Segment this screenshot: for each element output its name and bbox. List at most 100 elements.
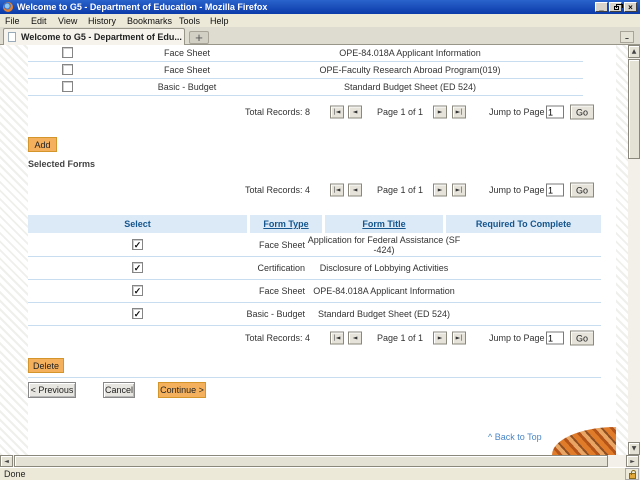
table-row: Basic - Budget Standard Budget Sheet (ED… <box>0 302 628 325</box>
tab-bar: Welcome to G5 - Department of Edu... + - <box>0 27 640 45</box>
jump-to-page-input[interactable] <box>546 106 564 119</box>
go-button[interactable]: Go <box>570 183 594 198</box>
menu-edit[interactable]: Edit <box>28 15 50 27</box>
form-type-cell: Basic - Budget <box>127 82 247 92</box>
form-title-cell: OPE-Faculty Research Abroad Program(019) <box>240 65 580 75</box>
menu-view[interactable]: View <box>55 15 80 27</box>
column-header-form-title[interactable]: Form Title <box>325 215 443 233</box>
form-type-cell: Certification <box>215 263 305 273</box>
cancel-button[interactable]: Cancel <box>103 382 135 398</box>
form-type-cell: Face Sheet <box>127 48 247 58</box>
pager-next-icon[interactable]: ► <box>433 332 447 345</box>
total-records-label: Total Records: 4 <box>180 333 310 343</box>
column-header-form-type[interactable]: Form Type <box>250 215 322 233</box>
delete-button[interactable]: Delete <box>28 358 64 373</box>
restore-icon <box>614 6 619 10</box>
table-row: Face Sheet Application for Federal Assis… <box>0 233 628 256</box>
horizontal-scrollbar[interactable]: ◄ ► <box>0 455 640 467</box>
restore-button[interactable] <box>609 2 622 12</box>
select-checkbox[interactable] <box>62 47 73 58</box>
sort-link-form-title[interactable]: Form Title <box>362 219 405 229</box>
page-indicator: Page 1 of 1 <box>368 107 432 117</box>
table-row: Face Sheet OPE-84.018A Applicant Informa… <box>0 279 628 302</box>
table-bottom-border <box>28 95 583 96</box>
menu-tools[interactable]: Tools <box>176 15 203 27</box>
jump-to-page-label: Jump to Page <box>489 185 545 195</box>
table-row: Face Sheet OPE-Faculty Research Abroad P… <box>0 62 628 78</box>
pager-prev-icon[interactable]: ◄ <box>348 332 362 345</box>
column-header-required: Required To Complete <box>446 215 601 233</box>
menu-help[interactable]: Help <box>207 15 232 27</box>
menu-bookmarks[interactable]: Bookmarks <box>124 15 175 27</box>
pagination-selected-bottom: Total Records: 4 |◄ ◄ Page 1 of 1 ► ►| J… <box>0 327 628 349</box>
horizontal-scrollbar-thumb[interactable] <box>14 455 608 467</box>
form-title-cell: OPE-84.018A Applicant Information <box>240 48 580 58</box>
status-text: Done <box>4 469 26 479</box>
pager-last-icon[interactable]: ►| <box>452 332 466 345</box>
menu-history[interactable]: History <box>85 15 119 27</box>
vertical-scrollbar[interactable]: ▲ ▼ <box>628 45 640 455</box>
security-panel <box>625 468 639 480</box>
table-row: Basic - Budget Standard Budget Sheet (ED… <box>0 79 628 95</box>
total-records-label: Total Records: 4 <box>180 185 310 195</box>
scroll-up-icon[interactable]: ▲ <box>628 45 640 58</box>
form-type-cell: Face Sheet <box>215 286 305 296</box>
new-tab-button[interactable]: + <box>189 31 209 44</box>
select-checkbox[interactable] <box>62 64 73 75</box>
total-records-label: Total Records: 8 <box>180 107 310 117</box>
minimize-button[interactable]: _ <box>595 2 608 12</box>
required-checkbox[interactable]: ✓ <box>132 308 143 319</box>
required-checkbox[interactable]: ✓ <box>132 262 143 273</box>
pager-next-icon[interactable]: ► <box>433 106 447 119</box>
pager-next-icon[interactable]: ► <box>433 184 447 197</box>
select-checkbox[interactable] <box>62 81 73 92</box>
form-type-cell: Face Sheet <box>215 240 305 250</box>
go-button[interactable]: Go <box>570 105 594 120</box>
pager-prev-icon[interactable]: ◄ <box>348 106 362 119</box>
required-checkbox[interactable]: ✓ <box>132 239 143 250</box>
page-icon <box>8 32 16 42</box>
jump-to-page-label: Jump to Page <box>489 107 545 117</box>
window-title: Welcome to G5 - Department of Education … <box>17 2 267 12</box>
page-indicator: Page 1 of 1 <box>368 185 432 195</box>
pager-first-icon[interactable]: |◄ <box>330 332 344 345</box>
continue-button[interactable]: Continue > <box>158 382 206 398</box>
form-title-cell: Disclosure of Lobbying Activities <box>304 263 464 273</box>
firefox-icon <box>3 2 13 12</box>
column-header-select: Select <box>28 215 247 233</box>
browser-window: Welcome to G5 - Department of Education … <box>0 0 640 480</box>
scroll-down-icon[interactable]: ▼ <box>628 442 640 455</box>
title-bar[interactable]: Welcome to G5 - Department of Education … <box>0 0 640 14</box>
vertical-scrollbar-thumb[interactable] <box>628 59 640 159</box>
pager-last-icon[interactable]: ►| <box>452 106 466 119</box>
form-title-cell: Standard Budget Sheet (ED 524) <box>304 309 464 319</box>
pagination-available-forms: Total Records: 8 |◄ ◄ Page 1 of 1 ► ►| J… <box>0 101 628 123</box>
tab-overflow-button[interactable]: - <box>620 31 634 43</box>
add-button[interactable]: Add <box>28 137 57 152</box>
jump-to-page-input[interactable] <box>546 332 564 345</box>
pager-prev-icon[interactable]: ◄ <box>348 184 362 197</box>
form-title-cell: OPE-84.018A Applicant Information <box>304 286 464 296</box>
scroll-right-icon[interactable]: ► <box>626 455 639 467</box>
required-checkbox[interactable]: ✓ <box>132 285 143 296</box>
sort-link-form-type[interactable]: Form Type <box>263 219 308 229</box>
pager-last-icon[interactable]: ►| <box>452 184 466 197</box>
scroll-left-icon[interactable]: ◄ <box>0 455 13 467</box>
classroom-photo <box>552 427 616 455</box>
form-type-cell: Face Sheet <box>127 65 247 75</box>
table-row: Certification Disclosure of Lobbying Act… <box>0 256 628 279</box>
go-button[interactable]: Go <box>570 331 594 346</box>
previous-button[interactable]: < Previous <box>28 382 76 398</box>
form-title-cell: Standard Budget Sheet (ED 524) <box>240 82 580 92</box>
tab-welcome-g5[interactable]: Welcome to G5 - Department of Edu... <box>3 28 185 45</box>
menu-file[interactable]: File <box>2 15 23 27</box>
lock-icon <box>629 473 636 479</box>
status-bar: Done <box>0 467 640 480</box>
jump-to-page-input[interactable] <box>546 184 564 197</box>
back-to-top-link[interactable]: ^ Back to Top <box>488 432 542 442</box>
page-indicator: Page 1 of 1 <box>368 333 432 343</box>
close-button[interactable]: × <box>624 2 637 12</box>
pager-first-icon[interactable]: |◄ <box>330 184 344 197</box>
page-content: Face Sheet OPE-84.018A Applicant Informa… <box>0 45 628 455</box>
pager-first-icon[interactable]: |◄ <box>330 106 344 119</box>
